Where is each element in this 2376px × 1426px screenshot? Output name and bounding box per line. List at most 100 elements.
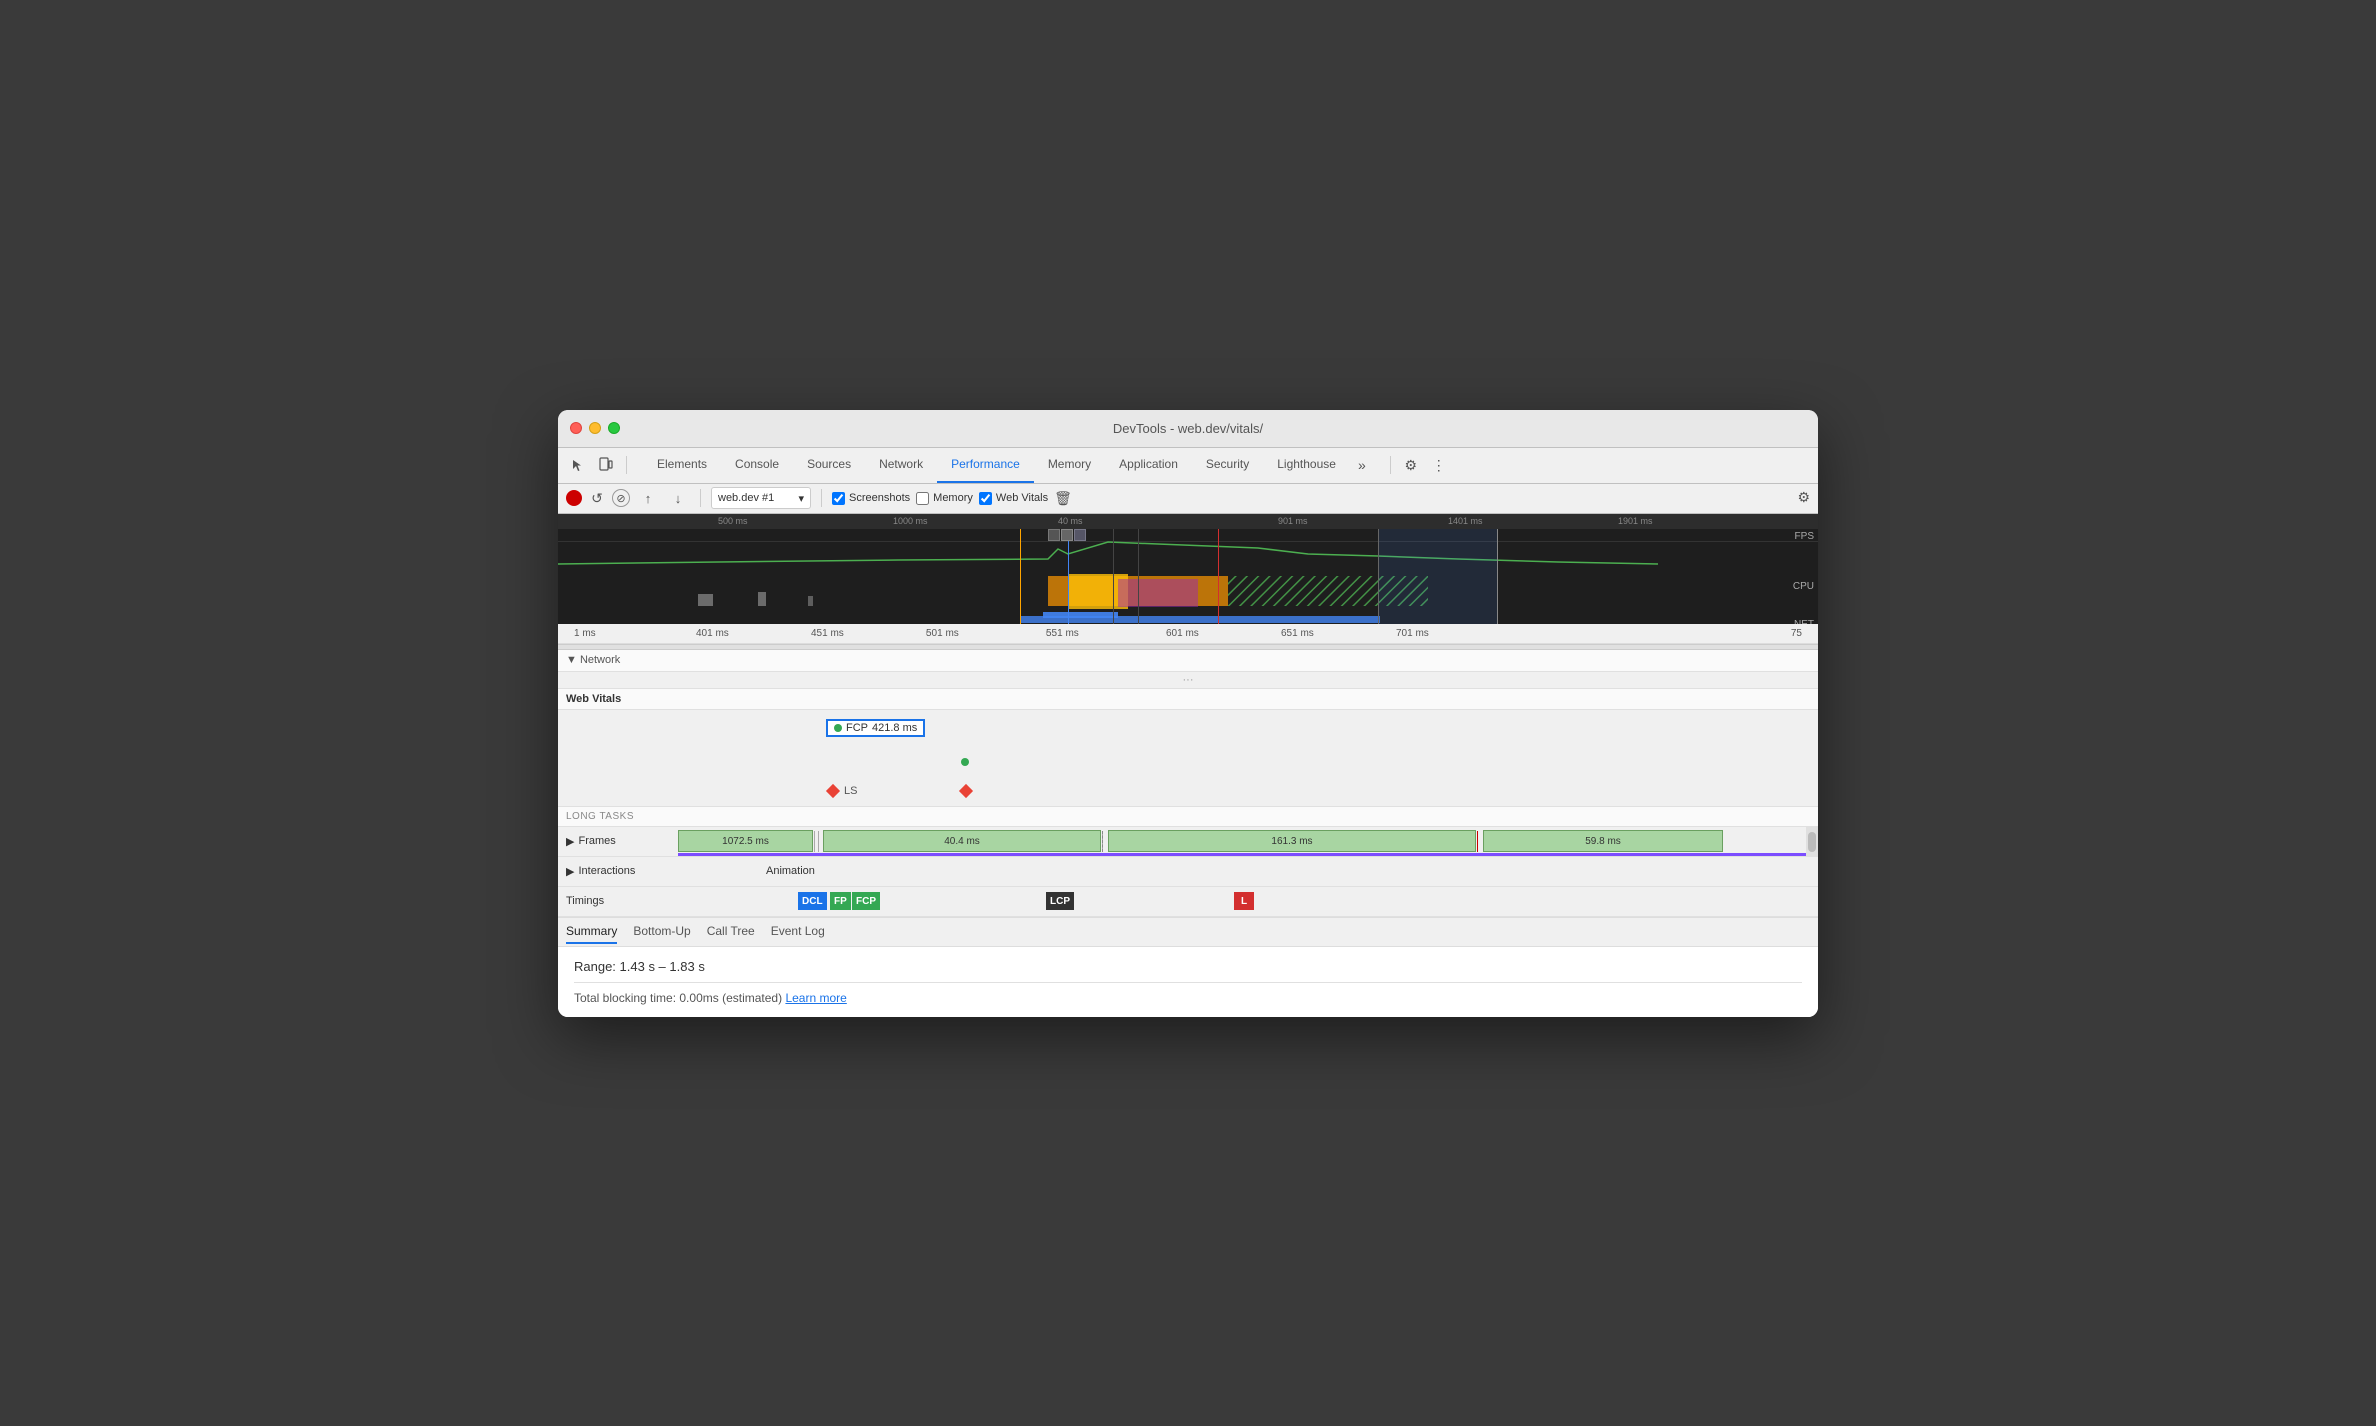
capture-settings-icon[interactable]: ⚙ <box>1797 489 1810 505</box>
l-label: L <box>1241 896 1247 907</box>
interactions-content: Animation <box>678 857 1818 886</box>
main-panel: ▼ Network ··· Web Vitals FCP 421.8 ms <box>558 650 1818 1017</box>
l-badge: L <box>1234 892 1254 910</box>
frame-block-4: 59.8 ms <box>1483 830 1723 852</box>
ruler-mark-1401: 1401 ms <box>1448 516 1483 526</box>
screenshots-label: Screenshots <box>849 492 910 504</box>
fcp-timing-label: FCP <box>856 896 876 907</box>
web-vitals-checkbox-label[interactable]: Web Vitals <box>979 492 1048 505</box>
range-text: Range: 1.43 s – 1.83 s <box>574 959 1802 974</box>
frame-block-1: 1072.5 ms <box>678 830 813 852</box>
fcp-label: FCP <box>846 722 868 734</box>
tab-lighthouse[interactable]: Lighthouse <box>1263 447 1350 483</box>
bottom-tabs: Summary Bottom-Up Call Tree Event Log <box>558 917 1818 947</box>
more-tabs-button[interactable]: » <box>1350 447 1374 483</box>
timeline-overview[interactable]: 500 ms 1000 ms 40 ms 901 ms 1401 ms 1901… <box>558 514 1818 624</box>
expand-dots[interactable]: ··· <box>558 672 1818 689</box>
ruler-mark-901: 901 ms <box>1278 516 1308 526</box>
summary-divider <box>574 982 1802 983</box>
network-section-header[interactable]: ▼ Network <box>558 650 1818 672</box>
controls-sep2 <box>821 489 822 507</box>
long-tasks-header: LONG TASKS <box>558 807 1818 827</box>
memory-checkbox[interactable] <box>916 492 929 505</box>
fcp-row[interactable]: FCP 421.8 ms <box>558 710 1818 748</box>
tab-console[interactable]: Console <box>721 447 793 483</box>
maximize-button[interactable] <box>608 422 620 434</box>
zoom-mark-701: 701 ms <box>1396 628 1429 639</box>
interactions-row[interactable]: ▶ Interactions Animation <box>558 857 1818 887</box>
tab-bottom-up[interactable]: Bottom-Up <box>633 920 690 944</box>
animation-label: Animation <box>766 865 815 877</box>
tab-performance[interactable]: Performance <box>937 447 1034 483</box>
frames-row[interactable]: ▶ Frames 1072.5 ms 40.4 ms 161.3 ms <box>558 827 1818 857</box>
tab-elements[interactable]: Elements <box>643 447 721 483</box>
zoom-ruler: 1 ms 401 ms 451 ms 501 ms 551 ms 601 ms … <box>558 624 1818 644</box>
ruler-vline-1 <box>926 631 927 635</box>
tab-network[interactable]: Network <box>865 447 937 483</box>
tab-application[interactable]: Application <box>1105 447 1192 483</box>
web-vitals-header: Web Vitals <box>558 689 1818 710</box>
more-options-icon[interactable]: ⋮ <box>1427 453 1451 477</box>
cpu-chart <box>558 574 1818 609</box>
ruler-mark-1000: 1000 ms <box>893 516 928 526</box>
session-selector[interactable]: web.dev #1 ▾ <box>711 487 811 509</box>
zoom-mark-451: 451 ms <box>811 628 844 639</box>
timings-content: DCL FP FCP LCP L <box>678 887 1818 916</box>
timings-row[interactable]: Timings DCL FP FCP <box>558 887 1818 917</box>
traffic-lights <box>570 422 620 434</box>
window-title: DevTools - web.dev/vitals/ <box>1113 421 1263 436</box>
vitals-row-2[interactable] <box>558 748 1818 778</box>
clear-button[interactable]: 🗑 <box>1054 490 1072 507</box>
upload-button[interactable]: ↑ <box>636 486 660 510</box>
tab-summary[interactable]: Summary <box>566 920 617 944</box>
frame-divider-1 <box>814 831 815 852</box>
fcp-timings-badge: FCP <box>852 892 880 910</box>
summary-section: Range: 1.43 s – 1.83 s Total blocking ti… <box>558 947 1818 1017</box>
cursor-icon[interactable] <box>566 453 590 477</box>
zoom-mark-1: 1 ms <box>574 628 596 639</box>
cancel-button[interactable]: ⊘ <box>612 489 630 507</box>
screenshots-checkbox-label[interactable]: Screenshots <box>832 492 910 505</box>
download-button[interactable]: ↓ <box>666 486 690 510</box>
dcl-label: DCL <box>802 896 823 907</box>
record-button[interactable] <box>566 490 582 506</box>
ls-row[interactable]: LS <box>558 778 1818 806</box>
screenshots-checkbox[interactable] <box>832 492 845 505</box>
settings-icon[interactable]: ⚙ <box>1399 453 1423 477</box>
reload-button[interactable]: ↺ <box>588 489 606 507</box>
memory-checkbox-label[interactable]: Memory <box>916 492 973 505</box>
fp-badge: FP <box>830 892 851 910</box>
screenshots-row <box>1048 529 1086 541</box>
network-label: ▼ Network <box>566 654 620 666</box>
zoom-mark-601: 601 ms <box>1166 628 1199 639</box>
ruler-mark-40: 40 ms <box>1058 516 1083 526</box>
ls-label: LS <box>844 785 857 797</box>
web-vitals-label: Web Vitals <box>996 492 1048 504</box>
tab-security[interactable]: Security <box>1192 447 1263 483</box>
zoom-mark-551: 551 ms <box>1046 628 1079 639</box>
minimize-button[interactable] <box>589 422 601 434</box>
fcp-dot <box>834 724 842 732</box>
scrollbar-thumb <box>1808 832 1816 852</box>
devtools-window: DevTools - web.dev/vitals/ Elements Cons… <box>558 410 1818 1017</box>
performance-controls: ↺ ⊘ ↑ ↓ web.dev #1 ▾ Screenshots Memory <box>558 484 1818 514</box>
dcl-badge: DCL <box>798 892 827 910</box>
fps-chart <box>558 534 1818 569</box>
tab-memory[interactable]: Memory <box>1034 447 1105 483</box>
web-vitals-checkbox[interactable] <box>979 492 992 505</box>
learn-more-link[interactable]: Learn more <box>785 991 846 1005</box>
session-label: web.dev #1 <box>718 492 774 504</box>
tab-sources[interactable]: Sources <box>793 447 865 483</box>
titlebar: DevTools - web.dev/vitals/ <box>558 410 1818 448</box>
frame-divider-2 <box>818 831 819 852</box>
frame-value-1: 1072.5 ms <box>722 836 769 847</box>
frames-label: ▶ Frames <box>558 835 678 848</box>
fcp-marker: FCP 421.8 ms <box>826 719 925 737</box>
tab-event-log[interactable]: Event Log <box>771 920 825 944</box>
controls-sep <box>700 489 701 507</box>
zoom-mark-401: 401 ms <box>696 628 729 639</box>
net-bar2 <box>1043 612 1118 618</box>
tab-call-tree[interactable]: Call Tree <box>707 920 755 944</box>
device-icon[interactable] <box>594 453 618 477</box>
close-button[interactable] <box>570 422 582 434</box>
